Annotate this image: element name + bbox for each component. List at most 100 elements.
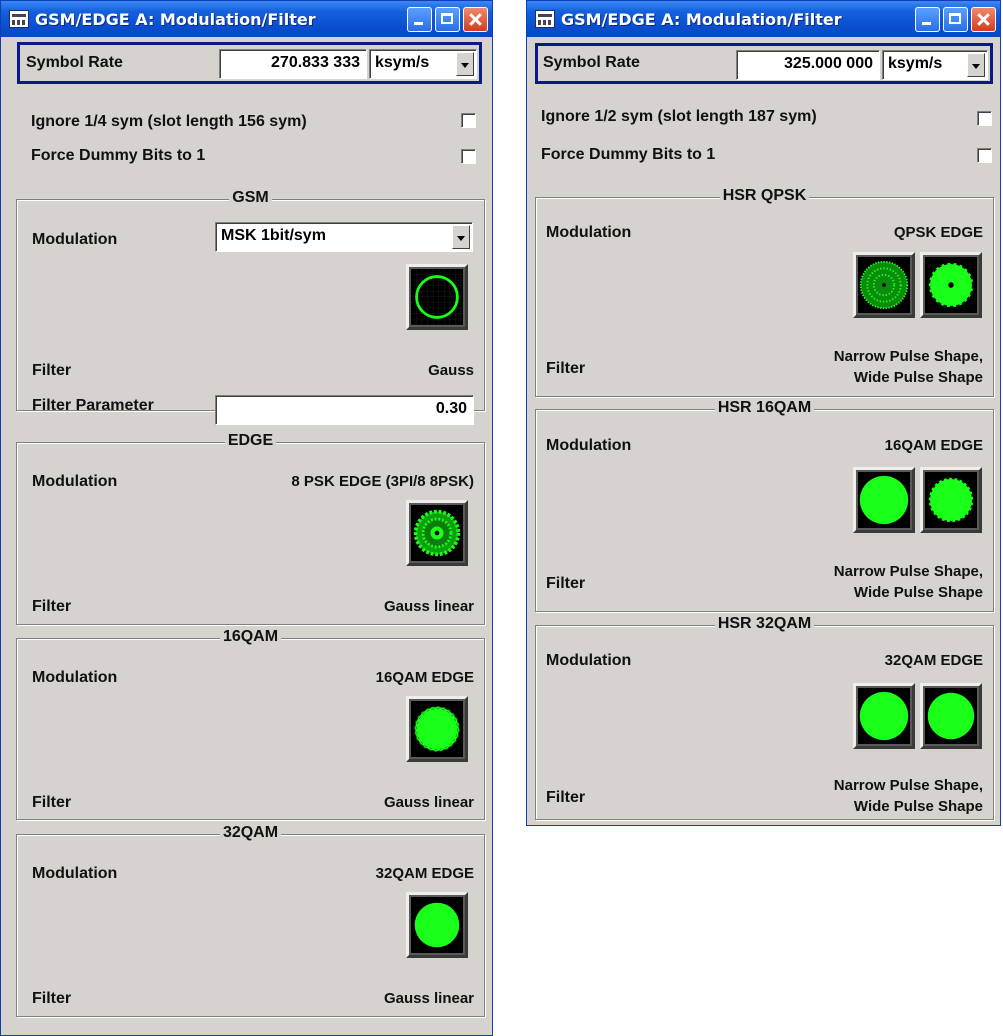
group-title: HSR 16QAM (714, 399, 815, 416)
window-menu-icon[interactable] (9, 10, 29, 28)
unit-value: ksym/s (375, 54, 430, 71)
32qam-icon (411, 897, 463, 953)
modulation-value: MSK 1bit/sym (221, 227, 326, 244)
filter-parameter-label: Filter Parameter (32, 397, 154, 414)
ignore-sym-label: Ignore 1/4 sym (slot length 156 sym) (31, 113, 307, 130)
group-gsm: GSM Modulation MSK 1bit/sym Filter Gauss… (16, 189, 485, 414)
qpsk-wide-icon (925, 257, 977, 313)
16qam-icon (411, 701, 463, 757)
unit-value: ksym/s (888, 55, 943, 72)
filter-value: Gauss linear (383, 990, 474, 1007)
group-title: 16QAM (219, 628, 282, 645)
modulation-value: 32QAM EDGE (884, 652, 983, 669)
modulation-label: Modulation (546, 437, 632, 454)
32qam-wide-icon (925, 688, 977, 744)
symbol-rate-row: Symbol Rate 325.000 000 ksym/s (535, 43, 993, 84)
modulation-select[interactable]: MSK 1bit/sym (215, 222, 473, 252)
filter-value-line1: Narrow Pulse Shape, (833, 348, 983, 365)
group-title: 32QAM (219, 824, 282, 841)
16qam-wide-icon (925, 472, 977, 528)
group-16qam: 16QAM Modulation 16QAM EDGE Filter Gauss… (16, 628, 485, 820)
constellation-wide-button[interactable] (920, 683, 982, 749)
minimize-icon[interactable] (915, 6, 940, 32)
filter-value-line2: Wide Pulse Shape (853, 584, 983, 601)
right-window: GSM/EDGE A: Modulation/Filter Symbol Rat… (526, 0, 1001, 826)
modulation-label: Modulation (546, 652, 632, 669)
16qam-narrow-icon (858, 472, 910, 528)
symbol-rate-input[interactable]: 270.833 333 (219, 49, 367, 79)
chevron-down-icon[interactable] (452, 225, 470, 249)
constellation-wide-button[interactable] (920, 252, 982, 318)
filter-label: Filter (32, 990, 72, 1007)
force-dummy-checkbox[interactable] (977, 148, 992, 163)
modulation-label: Modulation (32, 231, 118, 248)
symbol-rate-label: Symbol Rate (26, 54, 123, 71)
maximize-icon[interactable] (435, 6, 460, 32)
filter-value-line1: Narrow Pulse Shape, (833, 563, 983, 580)
title-bar[interactable]: GSM/EDGE A: Modulation/Filter (1, 1, 492, 37)
close-icon[interactable] (463, 6, 488, 32)
group-title: HSR QPSK (719, 187, 810, 204)
filter-label: Filter (32, 794, 72, 811)
group-edge: EDGE Modulation 8 PSK EDGE (3PI/8 8PSK) … (16, 432, 485, 625)
group-32qam: 32QAM Modulation 32QAM EDGE Filter Gauss… (16, 824, 485, 1017)
chevron-down-icon[interactable] (967, 53, 985, 77)
filter-label: Filter (32, 362, 72, 379)
ring-icon (411, 269, 463, 325)
force-dummy-checkbox[interactable] (461, 149, 476, 164)
ignore-sym-checkbox[interactable] (461, 113, 476, 128)
group-hsr-qpsk: HSR QPSK Modulation QPSK EDGE Filter Nar… (535, 187, 994, 397)
window-title: GSM/EDGE A: Modulation/Filter (561, 9, 842, 29)
ignore-sym-label: Ignore 1/2 sym (slot length 187 sym) (541, 108, 817, 125)
close-icon[interactable] (971, 6, 996, 32)
chevron-down-icon[interactable] (456, 52, 474, 76)
filter-label: Filter (546, 789, 586, 806)
modulation-value: 32QAM EDGE (375, 865, 474, 882)
filter-value-line1: Narrow Pulse Shape, (833, 777, 983, 794)
title-bar[interactable]: GSM/EDGE A: Modulation/Filter (527, 1, 1000, 37)
symbol-rate-unit-select[interactable]: ksym/s (882, 50, 988, 80)
filter-label: Filter (546, 360, 586, 377)
32qam-narrow-icon (858, 688, 910, 744)
filter-value-line2: Wide Pulse Shape (853, 798, 983, 815)
maximize-icon[interactable] (943, 6, 968, 32)
modulation-label: Modulation (32, 473, 118, 490)
filter-value: Gauss (428, 362, 474, 379)
symbol-rate-label: Symbol Rate (543, 54, 640, 71)
modulation-value: 16QAM EDGE (884, 437, 983, 454)
modulation-label: Modulation (32, 669, 118, 686)
modulation-value: 16QAM EDGE (375, 669, 474, 686)
group-hsr-32qam: HSR 32QAM Modulation 32QAM EDGE Filter N… (535, 615, 994, 820)
constellation-button[interactable] (406, 892, 468, 958)
constellation-narrow-button[interactable] (853, 467, 915, 533)
modulation-value: QPSK EDGE (893, 224, 983, 241)
filter-value: Gauss linear (383, 794, 474, 811)
modulation-value: 8 PSK EDGE (3PI/8 8PSK) (291, 473, 474, 490)
group-title: EDGE (224, 432, 277, 449)
modulation-label: Modulation (32, 865, 118, 882)
group-title: GSM (229, 189, 272, 206)
constellation-button[interactable] (406, 500, 468, 566)
filter-value: Gauss linear (383, 598, 474, 615)
constellation-wide-button[interactable] (920, 467, 982, 533)
window-menu-icon[interactable] (535, 10, 555, 28)
constellation-button[interactable] (406, 696, 468, 762)
group-hsr-16qam: HSR 16QAM Modulation 16QAM EDGE Filter N… (535, 399, 994, 612)
filter-label: Filter (546, 575, 586, 592)
force-dummy-label: Force Dummy Bits to 1 (541, 146, 716, 163)
constellation-button[interactable] (406, 264, 468, 330)
symbol-rate-row: Symbol Rate 270.833 333 ksym/s (17, 42, 482, 84)
symbol-rate-unit-select[interactable]: ksym/s (369, 49, 477, 79)
filter-value-line2: Wide Pulse Shape (853, 369, 983, 386)
window-title: GSM/EDGE A: Modulation/Filter (35, 9, 316, 29)
8psk-icon (411, 505, 463, 561)
constellation-narrow-button[interactable] (853, 683, 915, 749)
filter-label: Filter (32, 598, 72, 615)
minimize-icon[interactable] (407, 6, 432, 32)
left-window: GSM/EDGE A: Modulation/Filter Symbol Rat… (0, 0, 493, 1036)
ignore-sym-checkbox[interactable] (977, 111, 992, 126)
constellation-narrow-button[interactable] (853, 252, 915, 318)
modulation-label: Modulation (546, 224, 632, 241)
filter-parameter-input[interactable]: 0.30 (215, 395, 474, 425)
symbol-rate-input[interactable]: 325.000 000 (736, 50, 880, 80)
